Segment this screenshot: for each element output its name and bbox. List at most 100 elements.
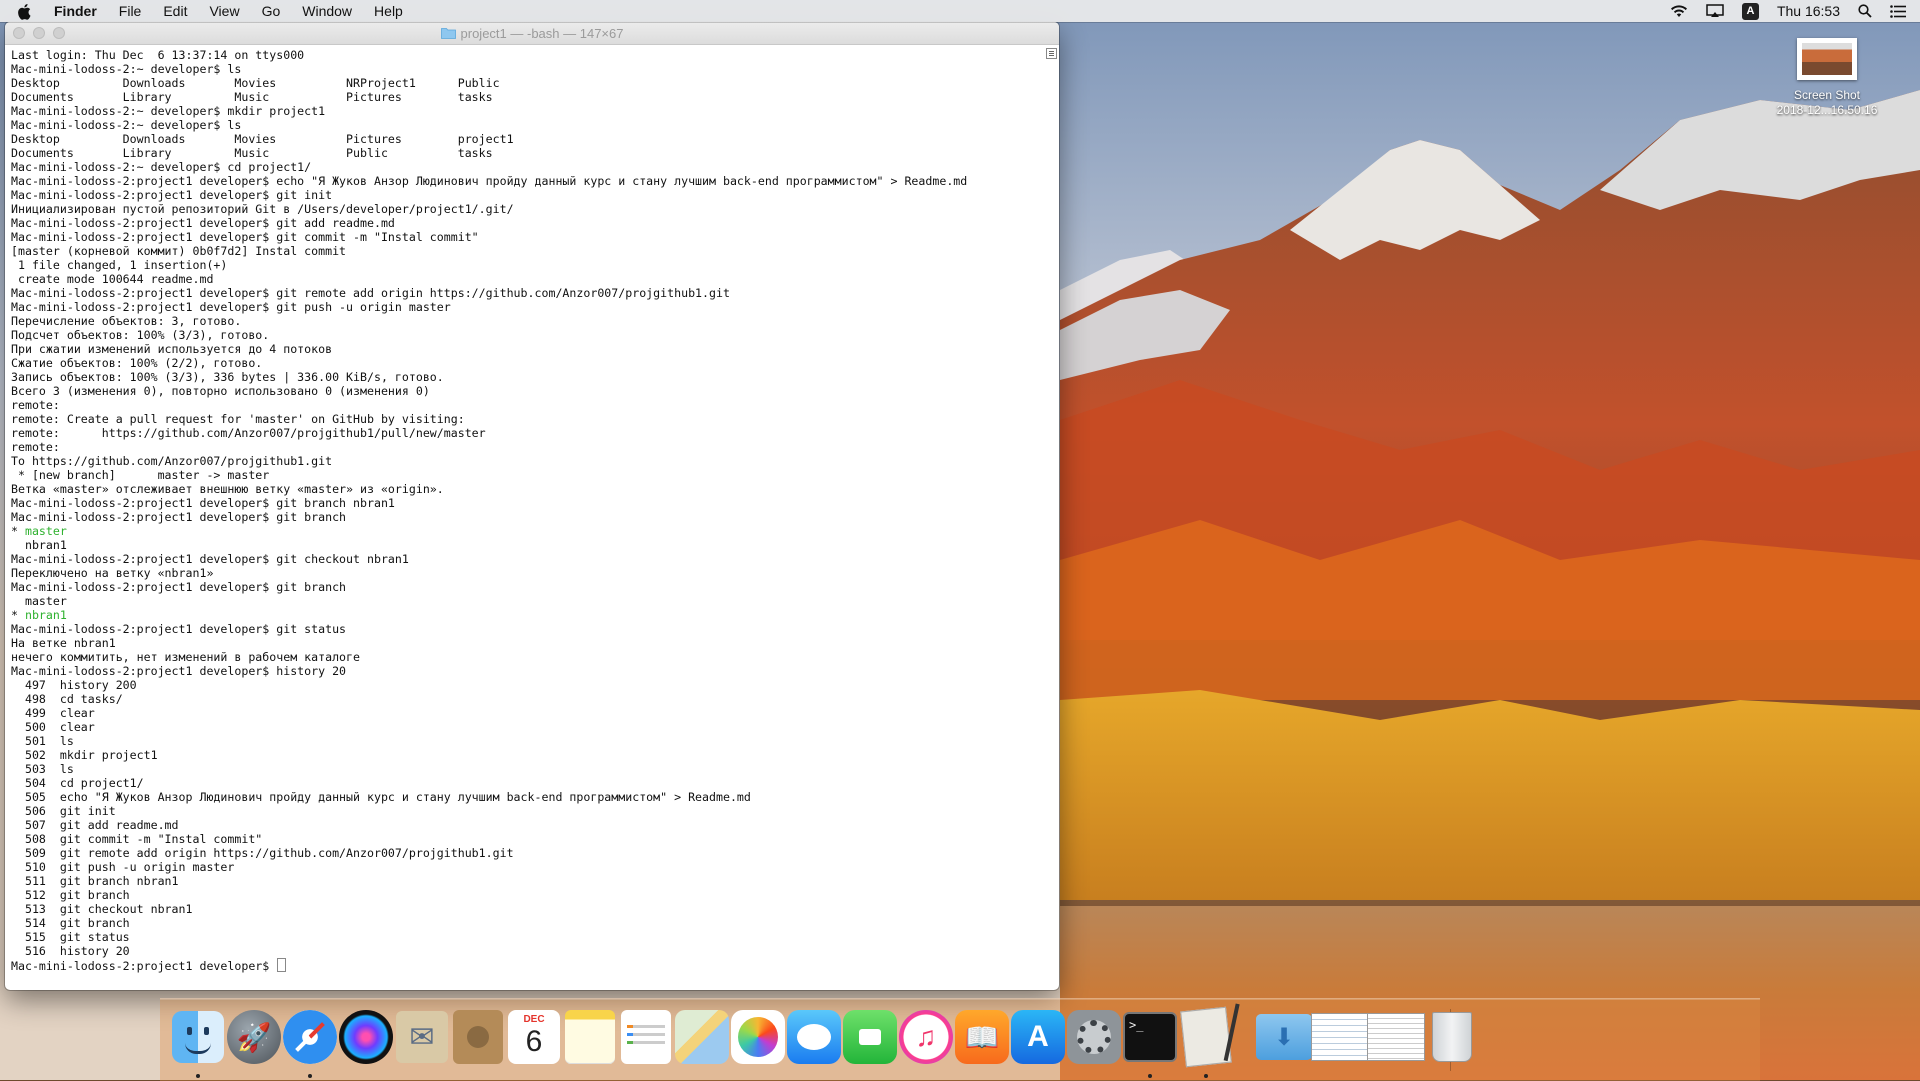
terminal-line-text: remote: Create a pull request for 'maste… [11, 412, 465, 426]
wifi-icon[interactable] [1670, 4, 1688, 18]
terminal-line: Mac-mini-lodoss-2:project1 developer$ ec… [11, 174, 1053, 188]
terminal-output[interactable]: Last login: Thu Dec 6 13:37:14 on ttys00… [5, 45, 1059, 990]
dock-finder-icon[interactable] [168, 1007, 228, 1078]
desktop-screenshot-file[interactable]: Screen Shot 2018-12...16.50.16 [1752, 38, 1902, 118]
menu-window[interactable]: Window [302, 0, 352, 22]
terminal-line-text: 511 git branch nbran1 [11, 874, 179, 888]
terminal-line: remote: [11, 440, 1053, 454]
terminal-line-text: 499 clear [11, 706, 95, 720]
terminal-line: 504 cd project1/ [11, 776, 1053, 790]
calendar-day: 6 [525, 1025, 543, 1058]
dock-system-preferences-icon[interactable] [1064, 1007, 1124, 1067]
terminal-line: nbran1 [11, 538, 1053, 552]
terminal-line: 516 history 20 [11, 944, 1053, 958]
dock-maps-icon[interactable] [672, 1007, 732, 1067]
dock-messages-icon[interactable] [784, 1007, 844, 1067]
running-indicator [1204, 1074, 1208, 1078]
terminal-line: remote: Create a pull request for 'maste… [11, 412, 1053, 426]
terminal-line-text: 509 git remote add origin https://github… [11, 846, 514, 860]
close-button[interactable] [13, 27, 25, 39]
terminal-line-text: Mac-mini-lodoss-2:project1 developer$ gi… [11, 510, 347, 524]
terminal-prompt-line[interactable]: Mac-mini-lodoss-2:project1 developer$ [11, 958, 1053, 973]
terminal-line: Mac-mini-lodoss-2:project1 developer$ gi… [11, 510, 1053, 524]
terminal-titlebar[interactable]: project1 — -bash — 147×67 [5, 22, 1059, 45]
terminal-line-text: * [new branch] master -> master [11, 468, 270, 482]
terminal-line-text: 504 cd project1/ [11, 776, 144, 790]
menu-help[interactable]: Help [374, 0, 403, 22]
terminal-line-text: 497 history 200 [11, 678, 137, 692]
terminal-line-text: На ветке nbran1 [11, 636, 116, 650]
terminal-line-text: Перечисление объектов: 3, готово. [11, 314, 242, 328]
dock-ibooks-icon[interactable]: 📖 [952, 1007, 1012, 1067]
dock-facetime-icon[interactable] [840, 1007, 900, 1067]
input-source-icon[interactable]: A [1741, 2, 1759, 20]
terminal-line: Documents Library Music Pictures tasks [11, 90, 1053, 104]
dock-script-editor-icon[interactable] [1176, 1003, 1240, 1078]
dock-terminal-icon[interactable]: >_ [1120, 1007, 1180, 1078]
terminal-line: * nbran1 [11, 608, 1053, 622]
dock-documents-stack-icon[interactable] [1310, 1007, 1370, 1067]
terminal-line: Mac-mini-lodoss-2:~ developer$ cd projec… [11, 160, 1053, 174]
terminal-title-text: project1 — -bash — 147×67 [460, 25, 624, 41]
apple-menu-icon[interactable] [18, 3, 38, 20]
terminal-prompt: Mac-mini-lodoss-2:project1 developer$ [11, 959, 277, 973]
terminal-line-text: 515 git status [11, 930, 130, 944]
dock-trash-icon[interactable] [1422, 1007, 1482, 1067]
dock-safari-icon[interactable] [280, 1007, 340, 1078]
menu-app-finder[interactable]: Finder [54, 0, 97, 22]
dock-calendar-icon[interactable]: DEC 6 [504, 1007, 564, 1067]
menu-view[interactable]: View [209, 0, 239, 22]
terminal-line: 1 file changed, 1 insertion(+) [11, 258, 1053, 272]
terminal-line-text: Переключено на ветку «nbran1» [11, 566, 214, 580]
terminal-line-text: 500 clear [11, 720, 95, 734]
terminal-line-text: Mac-mini-lodoss-2:~ developer$ ls [11, 118, 242, 132]
terminal-line: Desktop Downloads Movies NRProject1 Publ… [11, 76, 1053, 90]
dock-reminders-icon[interactable] [616, 1007, 676, 1067]
terminal-window[interactable]: project1 — -bash — 147×67 Last login: Th… [5, 22, 1059, 990]
terminal-line-text: Mac-mini-lodoss-2:project1 developer$ gi… [11, 188, 333, 202]
terminal-line: Mac-mini-lodoss-2:project1 developer$ gi… [11, 300, 1053, 314]
terminal-cursor [277, 958, 287, 972]
dock-mail-icon[interactable]: ✉ [392, 1007, 452, 1067]
dock-launchpad-icon[interactable]: 🚀 [224, 1007, 284, 1067]
terminal-line: 511 git branch nbran1 [11, 874, 1053, 888]
dock-downloads-folder-icon[interactable]: ⬇ [1254, 1007, 1314, 1067]
menu-clock[interactable]: Thu 16:53 [1777, 3, 1840, 19]
terminal-line: * [new branch] master -> master [11, 468, 1053, 482]
notification-center-icon[interactable] [1890, 4, 1906, 18]
terminal-line-text: Desktop Downloads Movies NRProject1 Publ… [11, 76, 500, 90]
terminal-line: 507 git add readme.md [11, 818, 1053, 832]
menu-go[interactable]: Go [262, 0, 281, 22]
menu-file[interactable]: File [119, 0, 142, 22]
dock-siri-icon[interactable] [336, 1007, 396, 1067]
terminal-line: Mac-mini-lodoss-2:~ developer$ ls [11, 62, 1053, 76]
desktop-file-name: Screen Shot [1793, 88, 1861, 102]
running-indicator [196, 1074, 200, 1078]
terminal-line-text: 510 git push -u origin master [11, 860, 235, 874]
terminal-line: Mac-mini-lodoss-2:project1 developer$ gi… [11, 230, 1053, 244]
dock-photos-icon[interactable] [728, 1007, 788, 1067]
minimize-button[interactable] [33, 27, 45, 39]
running-indicator [308, 1074, 312, 1078]
dock-itunes-icon[interactable]: ♫ [896, 1007, 956, 1067]
terminal-line-text: master [11, 594, 67, 608]
terminal-line: remote: [11, 398, 1053, 412]
dock-contacts-icon[interactable] [448, 1007, 508, 1067]
terminal-line-text: Documents Library Music Pictures tasks [11, 90, 493, 104]
terminal-line: 513 git checkout nbran1 [11, 902, 1053, 916]
terminal-line: master [11, 594, 1053, 608]
menu-edit[interactable]: Edit [163, 0, 187, 22]
terminal-line-text: 513 git checkout nbran1 [11, 902, 193, 916]
screenshot-thumbnail [1797, 38, 1857, 80]
airplay-icon[interactable] [1706, 4, 1724, 18]
folder-icon [440, 27, 456, 39]
dock-notes-icon[interactable] [560, 1007, 620, 1067]
terminal-line: Mac-mini-lodoss-2:project1 developer$ gi… [11, 552, 1053, 566]
terminal-line: Mac-mini-lodoss-2:project1 developer$ gi… [11, 580, 1053, 594]
terminal-line: Mac-mini-lodoss-2:~ developer$ ls [11, 118, 1053, 132]
dock-app-store-icon[interactable]: A [1008, 1007, 1068, 1067]
dock-screenshot-stack-icon[interactable] [1366, 1007, 1426, 1067]
zoom-button[interactable] [53, 27, 65, 39]
terminal-line: Запись объектов: 100% (3/3), 336 bytes |… [11, 370, 1053, 384]
spotlight-search-icon[interactable] [1858, 4, 1872, 18]
